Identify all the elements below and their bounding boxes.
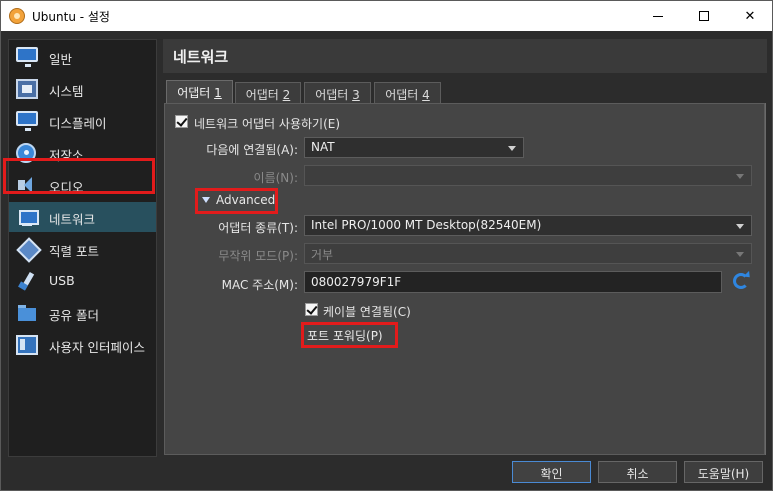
tab-number: 2 (282, 88, 291, 102)
cable-connected-label: 케이블 연결됨(C) (323, 305, 411, 319)
expand-triangle-icon[interactable] (202, 197, 210, 203)
sidebar-item-label: 디스플레이 (49, 116, 107, 131)
close-button[interactable]: ✕ (727, 1, 773, 31)
enable-adapter-checkbox[interactable] (175, 115, 188, 128)
adapter-type-label: 어댑터 종류(T): (218, 221, 298, 235)
section-header: 네트워크 (163, 39, 767, 73)
port-forwarding-button[interactable]: 포트 포워딩(P) (307, 327, 383, 344)
network-icon (16, 207, 39, 227)
sidebar-item-label: USB (49, 273, 75, 288)
tab-number: 1 (214, 86, 222, 100)
name-label: 이름(N): (253, 171, 298, 185)
advanced-toggle[interactable]: Advanced (216, 193, 275, 207)
system-chip-icon (16, 79, 38, 99)
cancel-button[interactable]: 취소 (598, 461, 677, 483)
sidebar-item-label: 직렬 포트 (49, 244, 99, 259)
chevron-down-icon (508, 146, 516, 151)
maximize-button[interactable] (681, 1, 727, 31)
close-icon: ✕ (744, 8, 756, 24)
tab-adapter-2[interactable]: 어댑터 2 (235, 82, 301, 104)
mac-address-label: MAC 주소(M): (221, 278, 298, 292)
minimize-button[interactable] (635, 1, 681, 31)
tab-number: 4 (422, 88, 430, 102)
tab-label: 어댑터 (385, 88, 423, 102)
promiscuous-mode-label: 무작위 모드(P): (218, 249, 298, 263)
adapter-type-select[interactable]: Intel PRO/1000 MT Desktop(82540EM) (304, 215, 752, 236)
tab-number: 3 (352, 88, 360, 102)
help-button[interactable]: 도움말(H) (684, 461, 763, 483)
mac-address-value: 080027979F1F (311, 275, 402, 289)
tab-adapter-1[interactable]: 어댑터 1 (166, 80, 233, 104)
tab-label: 어댑터 (245, 88, 283, 102)
attached-to-label: 다음에 연결됨(A): (206, 143, 298, 157)
network-highlight-box (3, 158, 155, 194)
attached-to-select[interactable]: NAT (304, 137, 524, 158)
ok-button[interactable]: 확인 (512, 461, 591, 483)
panel-edge (765, 103, 766, 455)
sidebar-item-serial-ports[interactable]: 직렬 포트 (9, 234, 156, 264)
sidebar-item-usb[interactable]: USB (9, 266, 156, 296)
serial-port-icon (16, 239, 38, 259)
shared-folder-icon (16, 303, 38, 323)
attached-to-value: NAT (311, 140, 335, 154)
adapter-type-value: Intel PRO/1000 MT Desktop(82540EM) (311, 218, 542, 232)
sidebar-item-label: 네트워크 (49, 212, 96, 227)
promiscuous-mode-select[interactable]: 거부 (304, 243, 752, 264)
mac-address-field[interactable]: 080027979F1F (304, 271, 722, 293)
chevron-down-icon (736, 174, 744, 179)
window-title: Ubuntu - 설정 (32, 10, 110, 24)
cable-connected-checkbox[interactable] (305, 303, 318, 316)
tab-adapter-3[interactable]: 어댑터 3 (304, 82, 371, 104)
settings-window: Ubuntu - 설정 ✕ 일반 시스템 디스플레이 저장소 오디오 네트워크 (0, 0, 773, 491)
enable-adapter-label: 네트워크 어댑터 사용하기(E) (194, 117, 341, 131)
maximize-icon (699, 11, 709, 21)
sidebar-item-display[interactable]: 디스플레이 (9, 106, 156, 136)
general-monitor-icon (16, 47, 38, 67)
tab-label: 어댑터 (315, 88, 353, 102)
sidebar-item-label: 공유 폴더 (49, 308, 99, 323)
sidebar-item-system[interactable]: 시스템 (9, 74, 156, 104)
settings-sidebar: 일반 시스템 디스플레이 저장소 오디오 네트워크 직렬 포트 USB 공유 폴… (8, 39, 157, 457)
promiscuous-mode-value: 거부 (311, 248, 334, 262)
minimize-icon (653, 15, 663, 17)
sidebar-item-label: 시스템 (49, 84, 84, 99)
sidebar-item-user-interface[interactable]: 사용자 인터페이스 (9, 330, 156, 360)
tab-label: 어댑터 (177, 86, 215, 100)
usb-icon (16, 271, 38, 291)
virtualbox-app-icon (9, 8, 25, 24)
title-bar: Ubuntu - 설정 ✕ (1, 1, 772, 31)
sidebar-item-network[interactable]: 네트워크 (9, 202, 156, 232)
name-select[interactable] (304, 165, 752, 186)
chevron-down-icon (736, 252, 744, 257)
sidebar-item-shared-folders[interactable]: 공유 폴더 (9, 298, 156, 328)
sidebar-item-general[interactable]: 일반 (9, 42, 156, 72)
display-monitor-icon (16, 111, 38, 131)
refresh-mac-icon[interactable] (733, 273, 749, 289)
sidebar-item-label: 일반 (49, 52, 73, 67)
user-interface-icon (16, 335, 38, 355)
tab-adapter-4[interactable]: 어댑터 4 (374, 82, 441, 104)
sidebar-item-label: 사용자 인터페이스 (49, 340, 145, 355)
page-title: 네트워크 (173, 48, 229, 66)
chevron-down-icon (736, 224, 744, 229)
